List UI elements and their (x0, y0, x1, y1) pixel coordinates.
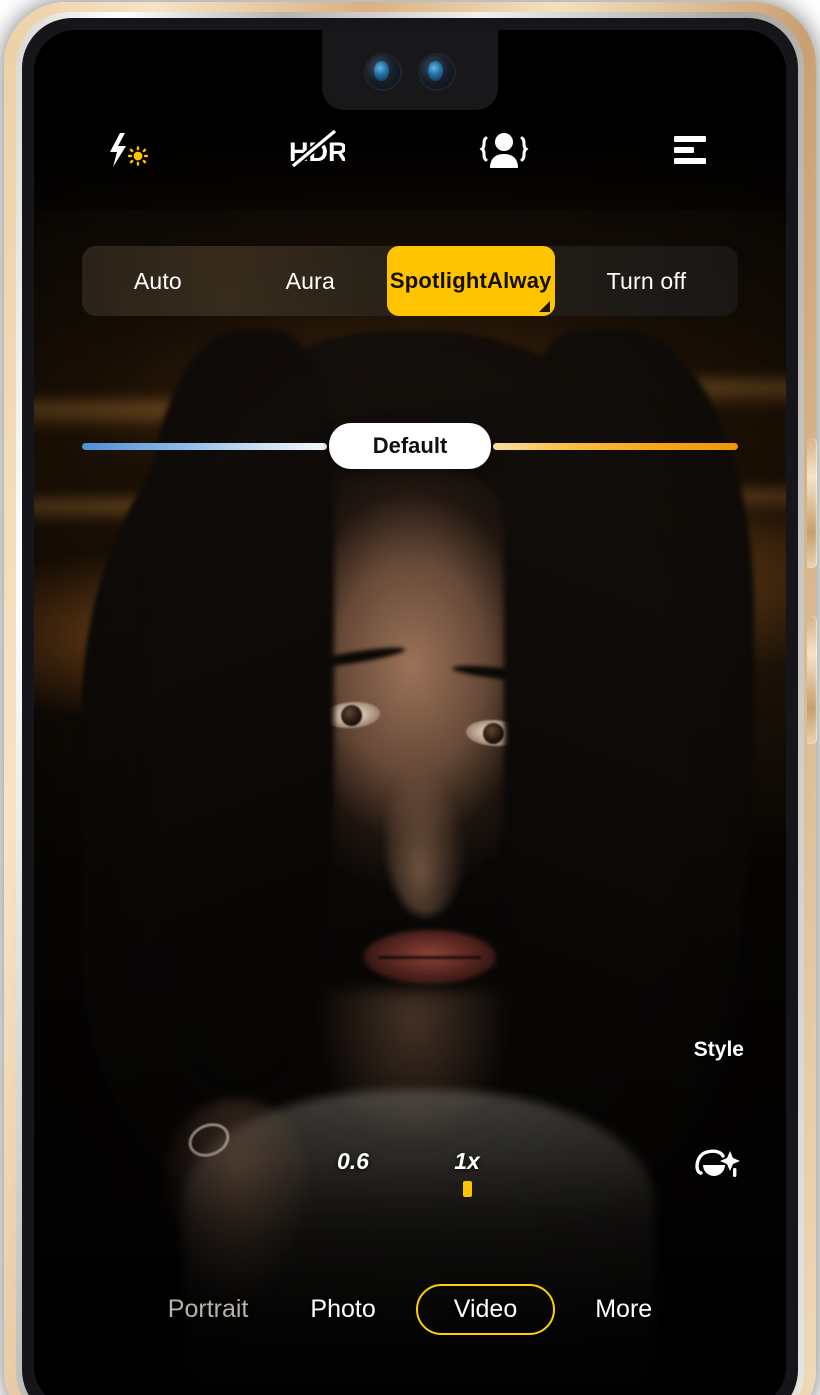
style-label: Style (693, 1038, 744, 1061)
phone-frame: HDR Auto Aura SpotlightAlway Turn off De… (4, 2, 817, 1395)
settings-menu-button[interactable] (652, 122, 732, 182)
mode-tab-video[interactable]: Video (415, 1284, 556, 1335)
style-button[interactable]: Style (694, 1038, 744, 1062)
light-mode-aura-label: Aura (285, 267, 335, 294)
mode-tab-more[interactable]: More (573, 1284, 674, 1335)
volume-button[interactable] (807, 616, 817, 744)
tone-slider[interactable]: Default (82, 422, 738, 470)
screenshot-stage: HDR Auto Aura SpotlightAlway Turn off De… (0, 0, 820, 1395)
light-mode-aura[interactable]: Aura (234, 246, 387, 316)
power-button[interactable] (807, 438, 817, 568)
front-camera-right (420, 55, 454, 89)
zoom-level-0-6-label: 0.6 (337, 1148, 369, 1174)
mode-tab-more-label: More (595, 1295, 653, 1323)
tone-slider-value-label: Default (372, 433, 448, 458)
mode-tab-portrait[interactable]: Portrait (146, 1284, 271, 1335)
camera-top-toolbar: HDR (34, 112, 786, 192)
zoom-level-1x[interactable]: 1x (440, 1148, 494, 1197)
flash-auto-icon (104, 130, 152, 175)
light-mode-spotlight-always[interactable]: SpotlightAlway (386, 246, 555, 316)
zoom-selected-indicator (462, 1181, 472, 1197)
mode-tab-portrait-label: Portrait (167, 1295, 249, 1323)
flash-auto-button[interactable] (88, 122, 168, 182)
tone-slider-cool-track[interactable] (82, 442, 327, 450)
hdr-off-icon: HDR (287, 127, 348, 176)
light-mode-auto[interactable]: Auto (82, 246, 234, 316)
light-mode-turn-off-label: Turn off (606, 267, 687, 294)
display-notch (322, 30, 498, 110)
stabilization-button[interactable] (464, 122, 544, 182)
mode-tab-video-label: Video (453, 1295, 518, 1323)
zoom-level-selector: 0.6 1x (34, 1148, 786, 1197)
hdr-off-button[interactable]: HDR (276, 122, 356, 182)
light-mode-auto-label: Auto (133, 267, 182, 294)
mode-tab-photo-label: Photo (310, 1295, 376, 1323)
light-mode-spotlight-always-label: SpotlightAlway (389, 268, 552, 293)
front-camera-left (366, 55, 400, 89)
light-mode-selector: Auto Aura SpotlightAlway Turn off (82, 246, 738, 316)
zoom-level-0-6[interactable]: 0.6 (326, 1148, 380, 1197)
capture-mode-tabs: Portrait Photo Video More (34, 1284, 786, 1335)
tone-slider-warm-track[interactable] (493, 442, 738, 450)
light-mode-turn-off[interactable]: Turn off (555, 246, 738, 316)
stabilization-person-icon (476, 128, 532, 177)
phone-screen: HDR Auto Aura SpotlightAlway Turn off De… (34, 30, 786, 1395)
expand-corner-icon (538, 301, 550, 312)
mode-tab-photo[interactable]: Photo (288, 1284, 397, 1335)
tone-slider-value-pill[interactable]: Default (328, 423, 492, 469)
zoom-level-1x-label: 1x (454, 1148, 480, 1174)
menu-icon (670, 132, 714, 173)
